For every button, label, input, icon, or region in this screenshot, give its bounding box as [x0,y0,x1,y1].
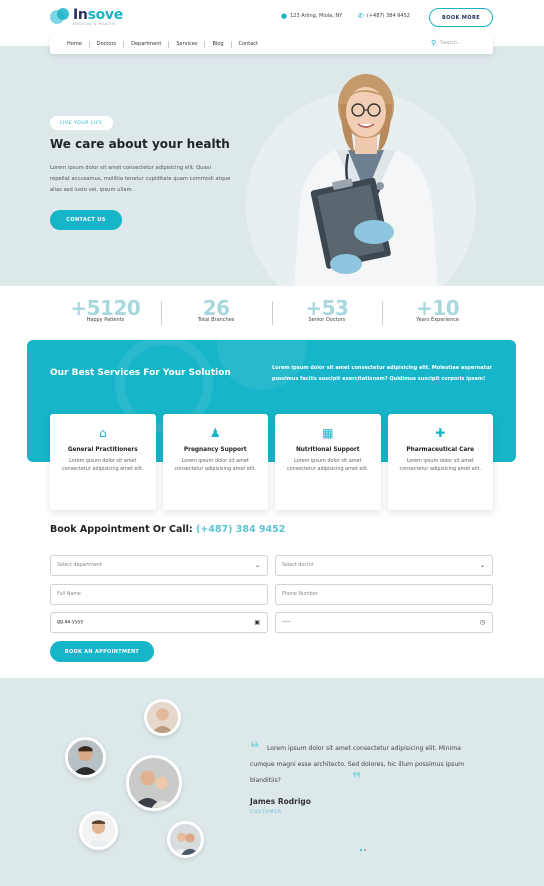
hero-title: We care about your health [50,137,230,151]
department-select[interactable]: Select department ⌄ [50,555,268,576]
hero-section: LIVE YOUR LIFE We care about your health… [0,46,544,286]
pregnant-person-icon: ♟ [209,426,221,440]
appointment-phone[interactable]: (+487) 384 9452 [196,524,285,535]
testimonial-role: CUSTOMER [250,810,282,815]
nav-item-blog[interactable]: Blog [204,40,230,48]
nav-item-doctors[interactable]: Doctors [88,40,123,48]
doctor-image [294,74,438,286]
services-text: Lorem ipsum dolor sit amet consectetur a… [272,365,493,382]
prescription-bottle-icon: ✚ [435,426,446,440]
service-card-pharma[interactable]: ✚ Pharmaceutical Care Lorem ipsum dolor … [387,414,493,510]
services-title: Our Best Services For Your Solution [50,368,231,378]
search-icon: ⚲ [431,39,437,47]
stat-happy-patients: +5120 Happy Patients [50,298,161,326]
card-title: Nutritional Support [295,447,360,453]
card-title: Pregnancy Support [183,447,247,453]
main-nav: Home Doctors Department Services Blog Co… [50,34,493,54]
department-select-value: Select department [57,563,102,568]
carousel-dots [360,849,366,851]
phone-number-placeholder: Phone Number [282,592,318,597]
testimonial-name: James Rodrigo [250,797,311,806]
brand-tagline: MEDICAL & HEALTH [73,21,116,26]
avatar [144,699,181,736]
date-input[interactable]: gg.aa.yyyy ▣ [50,612,268,633]
stat-value: +5120 [70,296,141,320]
nav-item-home[interactable]: Home [67,41,89,48]
chevron-down-icon: ⌄ [479,562,485,569]
nutrition-chart-icon: ▦ [322,426,334,440]
phone-text: (+487) 384 9452 [366,13,410,19]
chevron-down-icon: ⌄ [254,562,260,569]
doctor-select-value: Select doctor [282,563,314,568]
book-appointment-button[interactable]: BOOK AN APPOINTMENT [50,641,154,662]
stats-row: +5120 Happy Patients 26 Total Branches +… [50,298,493,326]
card-title: Pharmaceutical Care [406,447,475,453]
avatar [126,755,182,811]
time-input[interactable]: --:-- ◷ [275,612,493,633]
header-phone[interactable]: ✆ (+487) 384 9452 [358,12,410,20]
full-name-placeholder: Full Name [57,592,81,597]
nav-item-department[interactable]: Department [123,40,168,48]
carousel-dot-active[interactable] [360,849,362,851]
clock-icon[interactable]: ◷ [480,619,485,626]
date-value: gg.aa.yyyy [57,620,84,625]
full-name-input[interactable]: Full Name [50,584,268,605]
service-cards: ⌂ General Practitioners Lorem ipsum dolo… [50,414,493,510]
logo[interactable]: Insove MEDICAL & HEALTH [50,7,123,27]
stat-label: Senior Doctors [308,317,346,323]
card-text: Lorem ipsum dolor sit amet consectetur a… [286,458,369,472]
stat-value: +53 [305,296,349,320]
phone-number-input[interactable]: Phone Number [275,584,493,605]
stat-senior-doctors: +53 Senior Doctors [271,296,383,326]
stat-total-branches: 26 Total Branches [160,296,272,326]
testimonial-section: ❝ Lorem ipsum dolor sit amet consectetur… [0,678,544,886]
hero-badge: LIVE YOUR LIFE [50,116,113,130]
card-text: Lorem ipsum dolor sit amet consectetur a… [399,458,482,472]
house-medical-icon: ⌂ [98,426,107,440]
nav-item-contact[interactable]: Contact [230,40,265,48]
quote-close-icon: ❞ [352,769,362,788]
stat-label: Total Branches [197,317,235,323]
address-text: 123 Arling, Miola, NY [290,13,343,19]
appointment-title-text: Book Appointment Or Call: [50,524,193,535]
card-title: General Practitioners [67,447,138,453]
service-card-nutrition[interactable]: ▦ Nutritional Support Lorem ipsum dolor … [275,414,381,510]
service-card-pregnancy[interactable]: ♟ Pregnancy Support Lorem ipsum dolor si… [162,414,268,510]
appointment-title: Book Appointment Or Call: (+487) 384 945… [50,524,285,535]
card-text: Lorem ipsum dolor sit amet consectetur a… [61,458,144,472]
header-address: ● 123 Arling, Miola, NY [281,12,342,20]
avatar [65,737,106,778]
brand-name: Insove [73,6,123,23]
phone-icon: ✆ [358,12,364,20]
testimonial-quote: Lorem ipsum dolor sit amet consectetur a… [250,745,465,784]
location-pin-icon: ● [281,12,288,20]
doctor-select[interactable]: Select doctor ⌄ [275,555,493,576]
stat-years-experience: +10 Years Experience [382,298,493,326]
stat-value: 26 [202,296,230,320]
search-box[interactable]: ⚲ Search... [431,39,462,47]
card-text: Lorem ipsum dolor sit amet consectetur a… [174,458,257,472]
stat-value: +10 [416,296,460,320]
book-more-button[interactable]: BOOK MORE [429,8,493,27]
carousel-dot[interactable] [364,849,366,851]
calendar-icon[interactable]: ▣ [254,619,260,626]
logo-mark-icon [50,7,70,27]
page: Insove MEDICAL & HEALTH ● 123 Arling, Mi… [0,0,544,886]
hero-text: Lorem ipsum dolor sit amet consectetur a… [50,165,231,193]
stat-label: Happy Patients [86,317,125,323]
service-card-general[interactable]: ⌂ General Practitioners Lorem ipsum dolo… [50,414,156,510]
stat-label: Years Experience [416,317,459,323]
avatar [167,821,204,858]
nav-item-services[interactable]: Services [168,40,204,48]
contact-us-button[interactable]: CONTACT US [50,210,122,230]
time-value: --:-- [282,620,291,625]
search-input[interactable]: Search... [440,40,462,46]
avatar [79,811,118,850]
